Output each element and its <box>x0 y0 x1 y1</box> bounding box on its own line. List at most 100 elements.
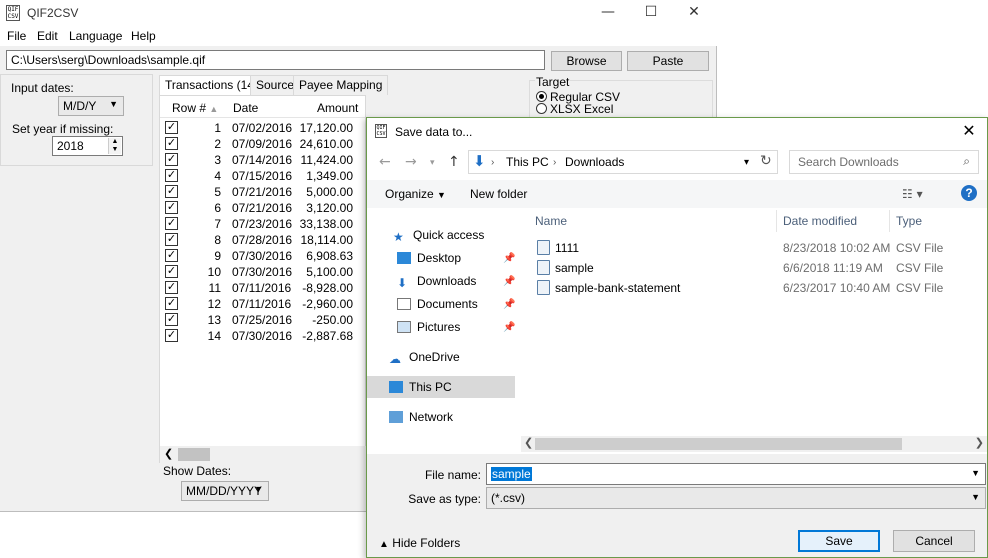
address-bar[interactable]: ⬇ › This PC › Downloads ▾ ↻ <box>468 150 778 174</box>
recent-dropdown-icon[interactable]: ▾ <box>430 158 435 168</box>
save-button[interactable]: Save <box>798 530 880 552</box>
dialog-close-button[interactable]: ✕ <box>955 119 983 145</box>
row-checkbox[interactable]: ✓ <box>165 121 178 134</box>
table-row[interactable]: ✓ 10 07/30/2016 5,100.00 <box>160 264 365 280</box>
tab-transactions[interactable]: Transactions (14) <box>159 75 264 96</box>
table-row[interactable]: ✓ 1 07/02/2016 17,120.00 <box>160 120 365 136</box>
nav-desktop[interactable]: Desktop <box>397 251 461 265</box>
nav-downloads[interactable]: ⬇ Downloads <box>397 274 476 290</box>
scroll-thumb[interactable] <box>178 448 210 461</box>
search-input[interactable]: Search Downloads ⌕ <box>789 150 979 174</box>
col-date[interactable]: Date <box>233 101 258 115</box>
search-icon[interactable]: ⌕ <box>963 154 970 169</box>
menu-edit[interactable]: Edit <box>37 29 58 43</box>
input-dates-select[interactable]: M/D/Y ▼ <box>58 96 124 116</box>
maximize-button[interactable]: ☐ <box>628 0 674 26</box>
table-row[interactable]: ✓ 14 07/30/2016 -2,887.68 <box>160 328 365 344</box>
scroll-left-icon[interactable]: ❮ <box>164 447 173 460</box>
transactions-grid: Row # ▲ Date Amount ✓ 1 07/02/2016 17,120.0… <box>159 95 366 463</box>
chevron-down-icon[interactable]: ▾ <box>744 157 749 168</box>
new-folder-button[interactable]: New folder <box>470 187 527 201</box>
pin-icon[interactable]: 📌 <box>503 299 515 310</box>
grid-horizontal-scrollbar[interactable]: ❮ <box>160 446 366 463</box>
nav-network[interactable]: Network <box>389 410 453 424</box>
pin-icon[interactable]: 📌 <box>503 322 515 333</box>
save-as-type-select[interactable]: (*.csv) ▼ <box>486 487 986 509</box>
table-row[interactable]: ✓ 13 07/25/2016 -250.00 <box>160 312 365 328</box>
list-item[interactable]: sample-bank-statement 6/23/2017 10:40 AM C… <box>521 278 987 298</box>
tab-payee-mapping[interactable]: Payee Mapping <box>293 75 389 95</box>
column-divider[interactable] <box>889 210 890 232</box>
row-checkbox[interactable]: ✓ <box>165 265 178 278</box>
menu-file[interactable]: File <box>7 29 26 43</box>
forward-arrow-icon[interactable]: → <box>405 154 417 170</box>
row-checkbox[interactable]: ✓ <box>165 153 178 166</box>
nav-onedrive[interactable]: ☁ OneDrive <box>389 350 460 366</box>
close-button[interactable]: ✕ <box>671 0 717 26</box>
row-checkbox[interactable]: ✓ <box>165 137 178 150</box>
row-checkbox[interactable]: ✓ <box>165 169 178 182</box>
row-checkbox[interactable]: ✓ <box>165 281 178 294</box>
file-list-horizontal-scrollbar[interactable]: ❮ ❯ <box>521 436 987 452</box>
pin-icon[interactable]: 📌 <box>503 276 515 287</box>
row-checkbox[interactable]: ✓ <box>165 185 178 198</box>
nav-documents[interactable]: Documents <box>397 297 478 311</box>
row-checkbox[interactable]: ✓ <box>165 249 178 262</box>
col-amount[interactable]: Amount <box>317 101 358 115</box>
scroll-right-icon[interactable]: ❯ <box>975 436 984 449</box>
table-row[interactable]: ✓ 2 07/09/2016 24,610.00 <box>160 136 365 152</box>
table-row[interactable]: ✓ 3 07/14/2016 11,424.00 <box>160 152 365 168</box>
menu-language[interactable]: Language <box>69 29 122 43</box>
minimize-button[interactable]: — <box>585 0 631 26</box>
show-dates-select[interactable]: MM/DD/YYYY ▼ <box>181 481 269 501</box>
row-checkbox[interactable]: ✓ <box>165 201 178 214</box>
col-date-modified[interactable]: Date modified <box>783 214 857 228</box>
nav-pictures[interactable]: Pictures <box>397 320 460 334</box>
radio-regular-csv[interactable] <box>536 91 547 102</box>
cancel-button[interactable]: Cancel <box>893 530 975 552</box>
column-divider[interactable] <box>776 210 777 232</box>
back-arrow-icon[interactable]: ← <box>379 154 391 170</box>
menu-help[interactable]: Help <box>131 29 156 43</box>
table-row[interactable]: ✓ 12 07/11/2016 -2,960.00 <box>160 296 365 312</box>
nav-this-pc[interactable]: This PC <box>367 376 515 398</box>
year-spinner[interactable]: 2018 ▲ ▼ <box>52 136 123 156</box>
nav-quick-access[interactable]: ★ Quick access <box>393 228 484 244</box>
table-row[interactable]: ✓ 11 07/11/2016 -8,928.00 <box>160 280 365 296</box>
chevron-down-icon[interactable]: ▼ <box>971 468 980 478</box>
scroll-left-icon[interactable]: ❮ <box>524 436 533 449</box>
radio-xlsx-excel[interactable] <box>536 103 547 114</box>
row-checkbox[interactable]: ✓ <box>165 329 178 342</box>
spin-arrows-icon[interactable]: ▲ ▼ <box>108 138 121 154</box>
refresh-icon[interactable]: ↻ <box>760 153 772 169</box>
col-type[interactable]: Type <box>896 214 922 228</box>
file-type: CSV File <box>896 241 944 255</box>
breadcrumb-downloads[interactable]: Downloads <box>565 155 624 169</box>
table-row[interactable]: ✓ 4 07/15/2016 1,349.00 <box>160 168 365 184</box>
row-checkbox[interactable]: ✓ <box>165 313 178 326</box>
table-row[interactable]: ✓ 9 07/30/2016 6,908.63 <box>160 248 365 264</box>
col-row-num[interactable]: Row # ▲ <box>172 101 218 115</box>
breadcrumb-this-pc[interactable]: This PC <box>506 155 549 169</box>
row-checkbox[interactable]: ✓ <box>165 297 178 310</box>
file-name-input[interactable]: sample ▼ <box>486 463 986 485</box>
row-checkbox[interactable]: ✓ <box>165 217 178 230</box>
file-path-input[interactable]: C:\Users\serg\Downloads\sample.qif <box>6 50 545 70</box>
scroll-thumb[interactable] <box>535 438 902 450</box>
view-options-icon[interactable]: ☷ ▾ <box>902 187 923 201</box>
browse-button[interactable]: Browse <box>551 51 622 71</box>
row-checkbox[interactable]: ✓ <box>165 233 178 246</box>
organize-button[interactable]: Organize ▼ <box>385 187 446 201</box>
hide-folders-button[interactable]: ▲ Hide Folders <box>379 536 460 550</box>
paste-button[interactable]: Paste <box>627 51 709 71</box>
col-name[interactable]: Name <box>535 214 567 228</box>
table-row[interactable]: ✓ 7 07/23/2016 33,138.00 <box>160 216 365 232</box>
up-arrow-icon[interactable]: ↑ <box>448 154 460 170</box>
table-row[interactable]: ✓ 6 07/21/2016 3,120.00 <box>160 200 365 216</box>
help-icon[interactable]: ? <box>961 185 977 201</box>
table-row[interactable]: ✓ 8 07/28/2016 18,114.00 <box>160 232 365 248</box>
table-row[interactable]: ✓ 5 07/21/2016 5,000.00 <box>160 184 365 200</box>
list-item[interactable]: sample 6/6/2018 11:19 AM CSV File <box>521 258 987 278</box>
list-item[interactable]: 1111 8/23/2018 10:02 AM CSV File <box>521 238 987 258</box>
pin-icon[interactable]: 📌 <box>503 253 515 264</box>
